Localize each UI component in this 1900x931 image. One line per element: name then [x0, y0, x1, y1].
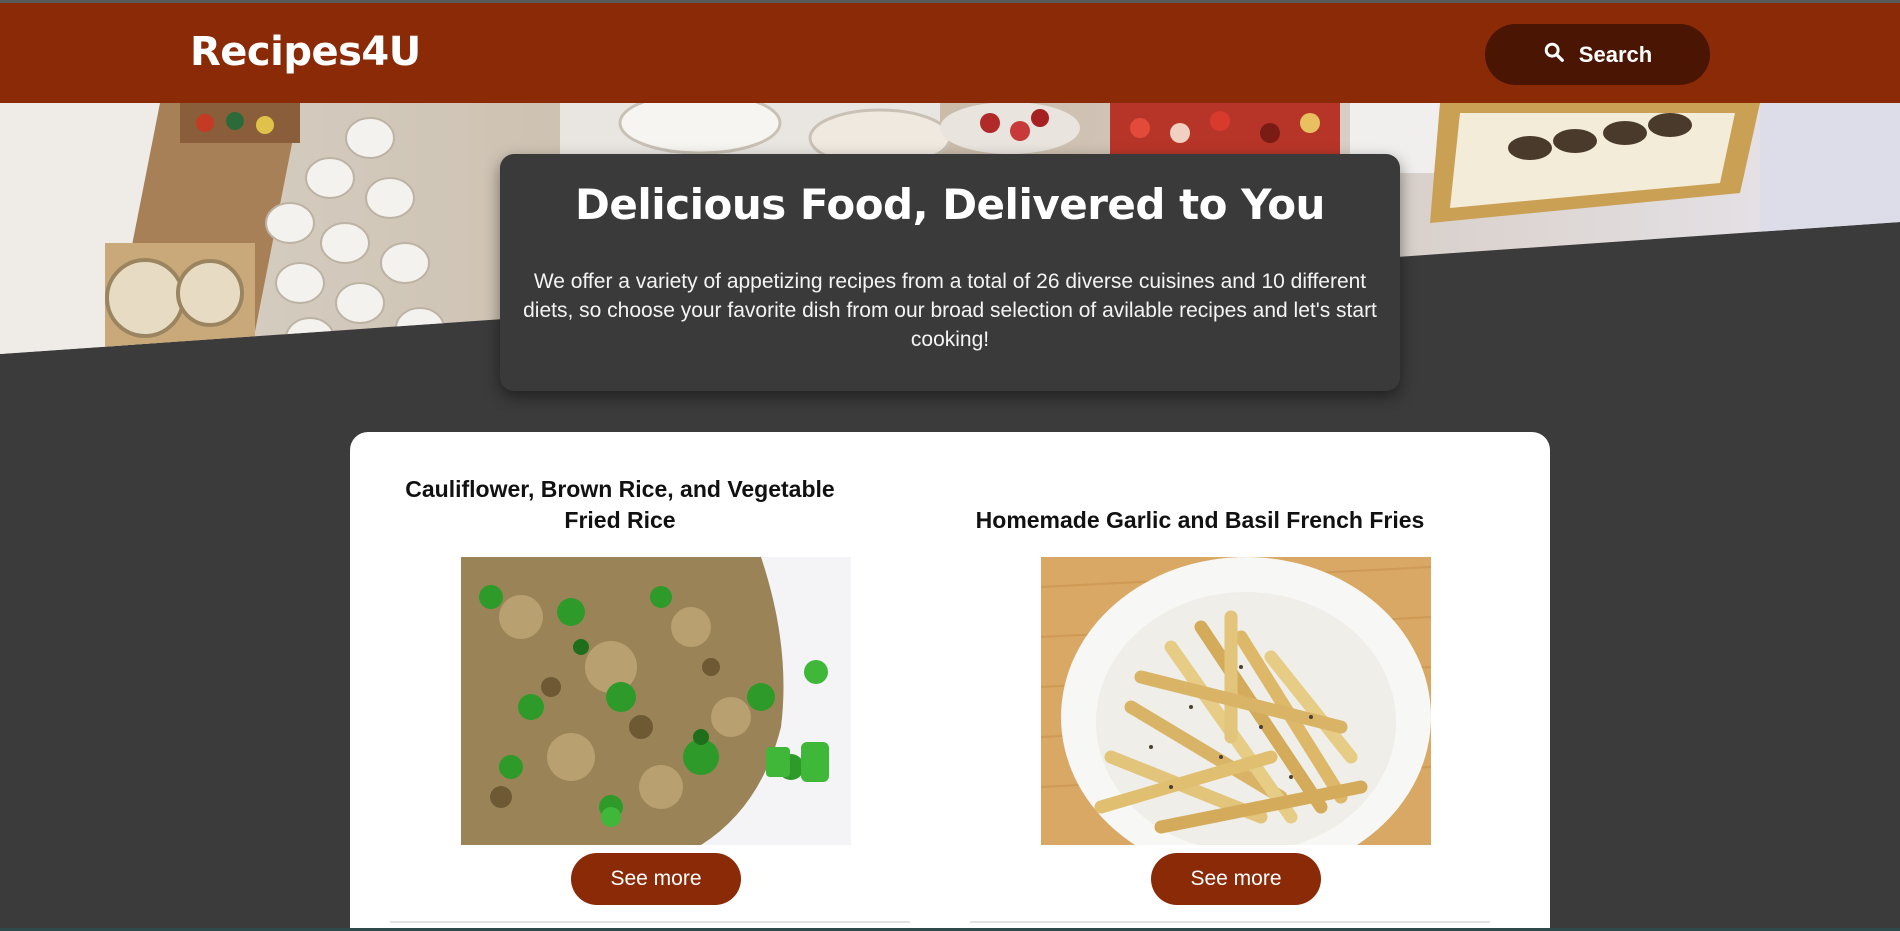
search-icon	[1543, 41, 1565, 69]
recipe-card: Homemade Garlic and Basil French Fries S…	[930, 432, 1490, 931]
see-more-button[interactable]: See more	[1151, 853, 1321, 905]
intro-card: Delicious Food, Delivered to You We offe…	[500, 154, 1400, 391]
recipe-card: Cauliflower, Brown Rice, and Vegetable F…	[350, 432, 910, 931]
see-more-button[interactable]: See more	[571, 853, 741, 905]
site-header: Recipes4U Search	[0, 3, 1900, 103]
recipe-image[interactable]	[461, 557, 851, 845]
search-button[interactable]: Search	[1485, 24, 1710, 85]
search-label: Search	[1578, 41, 1653, 67]
card-divider	[970, 921, 1490, 923]
recipe-title: Cauliflower, Brown Rice, and Vegetable F…	[405, 476, 835, 533]
site-logo[interactable]: Recipes4U	[190, 29, 421, 75]
recipe-title: Homemade Garlic and Basil French Fries	[975, 507, 1425, 533]
recipes-panel: Cauliflower, Brown Rice, and Vegetable F…	[350, 432, 1550, 931]
recipe-image[interactable]	[1041, 557, 1431, 845]
intro-description: We offer a variety of appetizing recipes…	[523, 270, 1377, 351]
intro-title: Delicious Food, Delivered to You	[575, 180, 1325, 229]
card-divider	[390, 921, 910, 923]
